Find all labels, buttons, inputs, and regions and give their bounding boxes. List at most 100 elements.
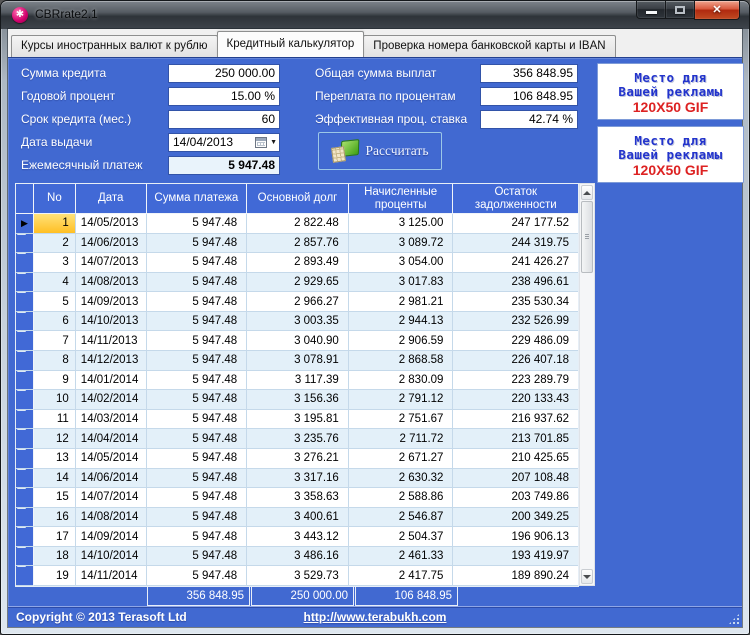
cell-no[interactable]: 13 [33,448,76,469]
table-row[interactable]: 13 14/05/2014 5 947.48 3 276.21 2 671.27 210 … [16,448,578,469]
cell-no[interactable]: 6 [33,311,76,332]
table-row[interactable]: 7 14/11/2013 5 947.48 3 040.90 2 906.59 229 4… [16,331,578,352]
cell-principal[interactable]: 3 400.61 [247,507,349,528]
row-indicator[interactable] [16,253,34,273]
cell-balance[interactable]: 238 496.61 [453,273,578,293]
cell-no[interactable]: 5 [33,292,76,312]
cell-principal[interactable]: 3 317.16 [247,468,349,489]
row-indicator[interactable] [16,448,34,469]
cell-payment[interactable]: 5 947.48 [146,331,248,352]
tab-credit-calculator[interactable]: Кредитный калькулятор [216,31,365,57]
cell-principal[interactable]: 3 117.39 [247,370,349,391]
row-indicator[interactable] [16,507,34,528]
row-indicator[interactable] [16,292,34,312]
cell-balance[interactable]: 207 108.48 [453,469,578,489]
cell-balance[interactable]: 241 426.27 [453,253,578,273]
cell-payment[interactable]: 5 947.48 [146,311,248,332]
cell-interest[interactable]: 2 944.13 [348,311,454,332]
cell-interest[interactable]: 2 751.67 [348,409,454,430]
cell-date[interactable]: 14/06/2013 [75,233,147,254]
cell-no[interactable]: 12 [33,429,76,449]
cell-principal[interactable]: 3 529.73 [247,566,349,586]
table-row[interactable]: 5 14/09/2013 5 947.48 2 966.27 2 981.21 235 5… [16,292,578,312]
cell-balance[interactable]: 196 906.13 [453,527,578,547]
cell-date[interactable]: 14/09/2013 [75,292,147,312]
row-indicator[interactable] [16,272,34,293]
cell-payment[interactable]: 5 947.48 [146,409,248,430]
cell-payment[interactable]: 5 947.48 [146,233,248,254]
cell-payment[interactable]: 5 947.48 [146,292,248,312]
cell-payment[interactable]: 5 947.48 [146,566,248,586]
row-indicator[interactable] [16,566,34,586]
cell-interest[interactable]: 2 868.58 [348,351,454,371]
cell-payment[interactable]: 5 947.48 [146,390,248,410]
row-indicator-current[interactable]: ▶ [16,214,34,234]
annual-rate-field[interactable]: 15.00 % [168,87,280,106]
cell-date[interactable]: 14/08/2014 [75,507,147,528]
cell-principal[interactable]: 3 235.76 [247,429,349,449]
cell-interest[interactable]: 3 054.00 [348,253,454,273]
website-link[interactable]: http://www.terabukh.com [8,610,742,624]
row-indicator[interactable] [16,429,34,449]
cell-balance[interactable]: 203 749.86 [453,488,578,508]
cell-payment[interactable]: 5 947.48 [146,429,248,449]
cell-no[interactable]: 14 [33,468,76,489]
cell-interest[interactable]: 2 417.75 [348,566,454,586]
row-indicator[interactable] [16,233,34,254]
cell-no[interactable]: 19 [33,566,76,586]
row-indicator[interactable] [16,488,34,508]
cell-balance[interactable]: 235 530.34 [453,292,578,312]
minimize-button[interactable] [636,1,666,19]
cell-balance[interactable]: 247 177.52 [453,214,578,234]
cell-no[interactable]: 2 [33,233,76,254]
tab-currency-rates[interactable]: Курсы иностранных валют к рублю [11,35,218,57]
cell-payment[interactable]: 5 947.48 [146,468,248,489]
title-bar[interactable]: ✱ CBRrate2.1 ✕ [1,1,749,29]
cell-no[interactable]: 8 [33,351,76,371]
cell-principal[interactable]: 2 893.49 [247,253,349,273]
cell-principal[interactable]: 3 486.16 [247,546,349,567]
cell-interest[interactable]: 2 711.72 [348,429,454,449]
cell-no[interactable]: 15 [33,488,76,508]
date-picker-dropdown[interactable]: ▼ [251,136,277,149]
cell-principal[interactable]: 3 443.12 [247,527,349,547]
cell-interest[interactable]: 2 830.09 [348,370,454,391]
cell-balance[interactable]: 223 289.79 [453,371,578,391]
cell-date[interactable]: 14/08/2013 [75,272,147,293]
table-row[interactable]: 4 14/08/2013 5 947.48 2 929.65 3 017.83 238 4… [16,272,578,293]
scrollbar-thumb[interactable] [581,201,593,273]
table-row[interactable]: ▶ 1 14/05/2013 5 947.48 2 822.48 3 125.00 247 … [16,214,578,234]
cell-principal[interactable]: 3 276.21 [247,448,349,469]
cell-date[interactable]: 14/05/2014 [75,448,147,469]
cell-balance[interactable]: 200 349.25 [453,508,578,528]
calculate-button[interactable]: Рассчитать [318,132,442,170]
table-row[interactable]: 19 14/11/2014 5 947.48 3 529.73 2 417.75 189 … [16,566,578,586]
cell-date[interactable]: 14/03/2014 [75,409,147,430]
cell-principal[interactable]: 3 358.63 [247,488,349,508]
cell-interest[interactable]: 3 089.72 [348,233,454,254]
row-indicator[interactable] [16,527,34,547]
cell-no[interactable]: 10 [33,390,76,410]
cell-principal[interactable]: 2 929.65 [247,272,349,293]
cell-payment[interactable]: 5 947.48 [146,351,248,371]
cell-interest[interactable]: 2 906.59 [348,331,454,352]
cell-balance[interactable]: 232 526.99 [453,312,578,332]
cell-principal[interactable]: 2 966.27 [247,292,349,312]
cell-no[interactable]: 4 [33,272,76,293]
cell-no[interactable]: 7 [33,331,76,352]
cell-date[interactable]: 14/04/2014 [75,429,147,449]
cell-balance[interactable]: 189 890.24 [453,566,578,586]
cell-interest[interactable]: 2 504.37 [348,527,454,547]
cell-date[interactable]: 14/10/2013 [75,311,147,332]
cell-balance[interactable]: 226 407.18 [453,351,578,371]
row-indicator[interactable] [16,351,34,371]
cell-date[interactable]: 14/12/2013 [75,351,147,371]
ad-banner-bottom[interactable]: Место для Вашей рекламы 120X50 GIF [597,126,744,183]
cell-balance[interactable]: 220 133.43 [453,390,578,410]
maximize-button[interactable] [666,1,694,19]
cell-interest[interactable]: 2 671.27 [348,448,454,469]
cell-no[interactable]: 16 [33,507,76,528]
cell-balance[interactable]: 216 937.62 [453,410,578,430]
cell-date[interactable]: 14/07/2013 [75,253,147,273]
table-row[interactable]: 12 14/04/2014 5 947.48 3 235.76 2 711.72 213 … [16,429,578,449]
